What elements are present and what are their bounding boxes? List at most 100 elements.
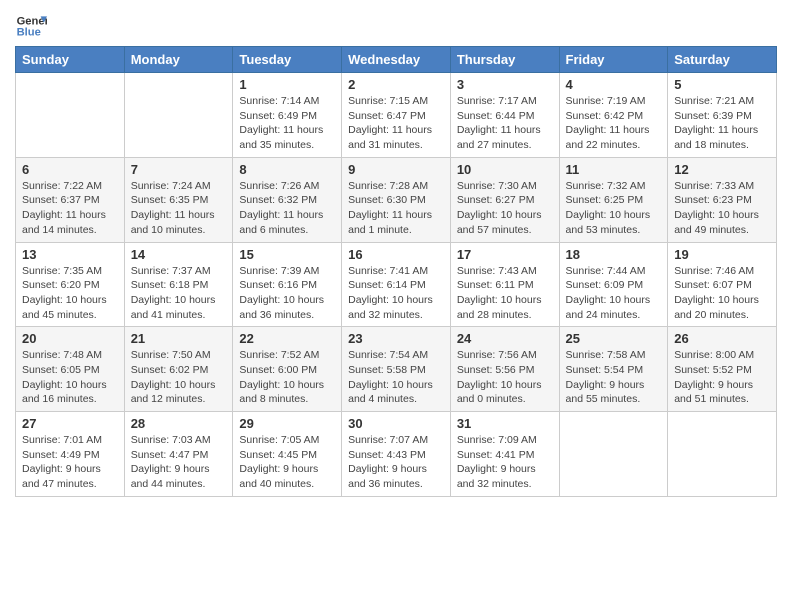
day-number: 14	[131, 247, 227, 262]
calendar-cell: 30Sunrise: 7:07 AM Sunset: 4:43 PM Dayli…	[342, 412, 451, 497]
day-info: Sunrise: 7:54 AM Sunset: 5:58 PM Dayligh…	[348, 348, 444, 407]
calendar-cell	[124, 73, 233, 158]
day-info: Sunrise: 7:26 AM Sunset: 6:32 PM Dayligh…	[239, 179, 335, 238]
day-number: 9	[348, 162, 444, 177]
day-info: Sunrise: 7:35 AM Sunset: 6:20 PM Dayligh…	[22, 264, 118, 323]
column-header-tuesday: Tuesday	[233, 47, 342, 73]
calendar-cell: 26Sunrise: 8:00 AM Sunset: 5:52 PM Dayli…	[668, 327, 777, 412]
day-number: 21	[131, 331, 227, 346]
calendar-header-row: SundayMondayTuesdayWednesdayThursdayFrid…	[16, 47, 777, 73]
svg-text:Blue: Blue	[17, 27, 41, 39]
column-header-saturday: Saturday	[668, 47, 777, 73]
calendar-cell: 14 Sunrise: 7:37 AM Sunset: 6:18 PM Dayli…	[124, 242, 233, 327]
day-info: Sunrise: 7:50 AM Sunset: 6:02 PM Dayligh…	[131, 348, 227, 407]
day-number: 27	[22, 416, 118, 431]
column-header-wednesday: Wednesday	[342, 47, 451, 73]
day-info: Sunrise: 7:32 AM Sunset: 6:25 PM Dayligh…	[566, 179, 662, 238]
day-number: 20	[22, 331, 118, 346]
day-number: 25	[566, 331, 662, 346]
day-number: 11	[566, 162, 662, 177]
calendar-cell: 18 Sunrise: 7:44 AM Sunset: 6:09 PM Dayli…	[559, 242, 668, 327]
calendar-week-row: 20 Sunrise: 7:48 AM Sunset: 6:05 PM Dayli…	[16, 327, 777, 412]
day-number: 18	[566, 247, 662, 262]
calendar-cell: 11 Sunrise: 7:32 AM Sunset: 6:25 PM Dayli…	[559, 157, 668, 242]
day-info: Sunrise: 7:15 AM Sunset: 6:47 PM Dayligh…	[348, 94, 444, 153]
day-number: 26	[674, 331, 770, 346]
day-info: Sunrise: 7:30 AM Sunset: 6:27 PM Dayligh…	[457, 179, 553, 238]
day-number: 24	[457, 331, 553, 346]
day-info: Sunrise: 7:48 AM Sunset: 6:05 PM Dayligh…	[22, 348, 118, 407]
day-number: 30	[348, 416, 444, 431]
day-info: Sunrise: 7:19 AM Sunset: 6:42 PM Dayligh…	[566, 94, 662, 153]
calendar-cell: 29 Sunrise: 7:05 AM Sunset: 4:45 PM Dayli…	[233, 412, 342, 497]
calendar-cell	[16, 73, 125, 158]
calendar-cell: 7 Sunrise: 7:24 AM Sunset: 6:35 PM Daylig…	[124, 157, 233, 242]
calendar-cell: 2Sunrise: 7:15 AM Sunset: 6:47 PM Daylig…	[342, 73, 451, 158]
calendar-week-row: 13 Sunrise: 7:35 AM Sunset: 6:20 PM Dayli…	[16, 242, 777, 327]
day-number: 29	[239, 416, 335, 431]
day-number: 10	[457, 162, 553, 177]
column-header-friday: Friday	[559, 47, 668, 73]
calendar-cell: 1 Sunrise: 7:14 AM Sunset: 6:49 PM Daylig…	[233, 73, 342, 158]
logo: General Blue	[15, 10, 51, 42]
calendar-cell: 25 Sunrise: 7:58 AM Sunset: 5:54 PM Dayli…	[559, 327, 668, 412]
day-number: 28	[131, 416, 227, 431]
calendar-table: SundayMondayTuesdayWednesdayThursdayFrid…	[15, 46, 777, 497]
day-info: Sunrise: 7:09 AM Sunset: 4:41 PM Dayligh…	[457, 433, 553, 492]
day-number: 16	[348, 247, 444, 262]
day-info: Sunrise: 7:44 AM Sunset: 6:09 PM Dayligh…	[566, 264, 662, 323]
day-info: Sunrise: 7:56 AM Sunset: 5:56 PM Dayligh…	[457, 348, 553, 407]
day-info: Sunrise: 7:37 AM Sunset: 6:18 PM Dayligh…	[131, 264, 227, 323]
day-info: Sunrise: 7:03 AM Sunset: 4:47 PM Dayligh…	[131, 433, 227, 492]
day-number: 17	[457, 247, 553, 262]
calendar-cell: 9 Sunrise: 7:28 AM Sunset: 6:30 PM Daylig…	[342, 157, 451, 242]
day-number: 7	[131, 162, 227, 177]
calendar-cell	[559, 412, 668, 497]
day-info: Sunrise: 7:17 AM Sunset: 6:44 PM Dayligh…	[457, 94, 553, 153]
calendar-week-row: 6Sunrise: 7:22 AM Sunset: 6:37 PM Daylig…	[16, 157, 777, 242]
day-info: Sunrise: 7:39 AM Sunset: 6:16 PM Dayligh…	[239, 264, 335, 323]
day-info: Sunrise: 7:58 AM Sunset: 5:54 PM Dayligh…	[566, 348, 662, 407]
day-number: 8	[239, 162, 335, 177]
calendar-cell: 4 Sunrise: 7:19 AM Sunset: 6:42 PM Daylig…	[559, 73, 668, 158]
day-info: Sunrise: 7:24 AM Sunset: 6:35 PM Dayligh…	[131, 179, 227, 238]
day-number: 22	[239, 331, 335, 346]
calendar-cell: 27 Sunrise: 7:01 AM Sunset: 4:49 PM Dayli…	[16, 412, 125, 497]
day-number: 5	[674, 77, 770, 92]
day-info: Sunrise: 7:33 AM Sunset: 6:23 PM Dayligh…	[674, 179, 770, 238]
day-number: 31	[457, 416, 553, 431]
calendar-cell: 28 Sunrise: 7:03 AM Sunset: 4:47 PM Dayli…	[124, 412, 233, 497]
day-number: 4	[566, 77, 662, 92]
calendar-cell: 22 Sunrise: 7:52 AM Sunset: 6:00 PM Dayli…	[233, 327, 342, 412]
day-number: 15	[239, 247, 335, 262]
day-number: 23	[348, 331, 444, 346]
calendar-cell: 21 Sunrise: 7:50 AM Sunset: 6:02 PM Dayli…	[124, 327, 233, 412]
day-info: Sunrise: 7:28 AM Sunset: 6:30 PM Dayligh…	[348, 179, 444, 238]
day-number: 1	[239, 77, 335, 92]
calendar-cell	[668, 412, 777, 497]
day-info: Sunrise: 7:21 AM Sunset: 6:39 PM Dayligh…	[674, 94, 770, 153]
day-number: 12	[674, 162, 770, 177]
day-info: Sunrise: 7:05 AM Sunset: 4:45 PM Dayligh…	[239, 433, 335, 492]
day-number: 6	[22, 162, 118, 177]
logo-icon: General Blue	[15, 10, 47, 42]
calendar-cell: 17Sunrise: 7:43 AM Sunset: 6:11 PM Dayli…	[450, 242, 559, 327]
day-info: Sunrise: 7:46 AM Sunset: 6:07 PM Dayligh…	[674, 264, 770, 323]
day-info: Sunrise: 7:52 AM Sunset: 6:00 PM Dayligh…	[239, 348, 335, 407]
calendar-cell: 3Sunrise: 7:17 AM Sunset: 6:44 PM Daylig…	[450, 73, 559, 158]
day-info: Sunrise: 7:14 AM Sunset: 6:49 PM Dayligh…	[239, 94, 335, 153]
calendar-cell: 5 Sunrise: 7:21 AM Sunset: 6:39 PM Daylig…	[668, 73, 777, 158]
column-header-sunday: Sunday	[16, 47, 125, 73]
calendar-week-row: 1 Sunrise: 7:14 AM Sunset: 6:49 PM Daylig…	[16, 73, 777, 158]
calendar-week-row: 27 Sunrise: 7:01 AM Sunset: 4:49 PM Dayli…	[16, 412, 777, 497]
calendar-cell: 24 Sunrise: 7:56 AM Sunset: 5:56 PM Dayli…	[450, 327, 559, 412]
day-number: 13	[22, 247, 118, 262]
day-info: Sunrise: 7:41 AM Sunset: 6:14 PM Dayligh…	[348, 264, 444, 323]
day-info: Sunrise: 7:01 AM Sunset: 4:49 PM Dayligh…	[22, 433, 118, 492]
calendar-cell: 8 Sunrise: 7:26 AM Sunset: 6:32 PM Daylig…	[233, 157, 342, 242]
calendar-cell: 16 Sunrise: 7:41 AM Sunset: 6:14 PM Dayli…	[342, 242, 451, 327]
calendar-cell: 20 Sunrise: 7:48 AM Sunset: 6:05 PM Dayli…	[16, 327, 125, 412]
calendar-cell: 6Sunrise: 7:22 AM Sunset: 6:37 PM Daylig…	[16, 157, 125, 242]
page-header: General Blue	[15, 10, 777, 42]
calendar-cell: 12 Sunrise: 7:33 AM Sunset: 6:23 PM Dayli…	[668, 157, 777, 242]
